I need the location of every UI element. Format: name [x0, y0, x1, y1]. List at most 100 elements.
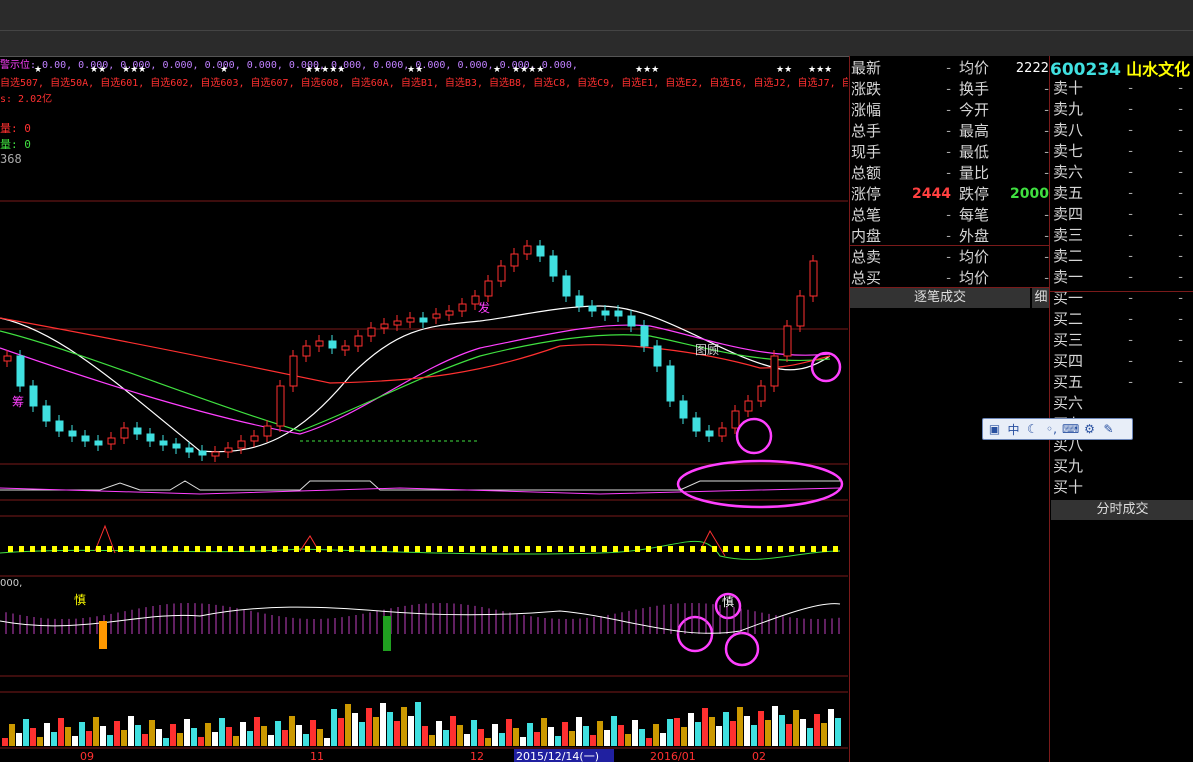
- quote-value: -: [946, 250, 951, 265]
- svg-text:★★★: ★★★: [808, 65, 832, 75]
- quote-label: 涨跌: [851, 80, 882, 98]
- quote-label-2: 最低: [959, 143, 990, 161]
- orderbook-label: 卖十: [1053, 79, 1084, 97]
- toolbar-divider: [0, 30, 1193, 31]
- svg-text:★★: ★★: [90, 65, 106, 75]
- quote-value-2: -: [1044, 271, 1049, 286]
- orderbook-row: 买十: [1053, 477, 1193, 498]
- quote-label-2: 量比: [959, 164, 990, 182]
- orderbook-row: 买四 - -: [1053, 352, 1183, 370]
- indicator-1-line-b: [0, 487, 841, 495]
- ime-settings-icon[interactable]: ⚙: [1081, 422, 1098, 436]
- quote-row: 总卖 - 均价 -: [851, 247, 1051, 268]
- quote-label-2: 均价: [959, 248, 990, 266]
- quote-row: 总买 - 均价 -: [851, 268, 1051, 289]
- quote-label-2: 换手: [959, 80, 990, 98]
- star-markers: ★ ★★ ★★★ ★ ★★★★★ ★★ ★ ★★★★ ★★★ ★★ ★★★: [34, 65, 832, 75]
- trades-panel-title[interactable]: 逐笔成交: [850, 288, 1030, 308]
- quote-row: 总笔 - 每笔 -: [851, 205, 1051, 226]
- ime-punct-icon[interactable]: ◦,: [1043, 422, 1060, 436]
- ime-keyboard-icon[interactable]: ⌨: [1062, 422, 1079, 436]
- orderbook-row: 卖八 - -: [1053, 121, 1183, 139]
- quote-label: 最新: [851, 59, 882, 77]
- orderbook-row: 卖九 - -: [1053, 100, 1183, 118]
- ime-tools-icon[interactable]: ✎: [1100, 422, 1117, 436]
- orderbook-row: 卖七 - -: [1053, 142, 1183, 160]
- oscillator-line: [0, 603, 841, 634]
- orderbook-label: 买四: [1053, 352, 1084, 370]
- orderbook-row: 买九: [1053, 456, 1193, 477]
- orderbook-label: 卖七: [1053, 142, 1084, 160]
- quote-value: -: [946, 145, 951, 160]
- quote-panel: 最新 - 均价 2222 涨跌 - 换手 - 涨幅 - 今开 - 总手 - 最高 - 现手 - 最低 - 总额 - 量比 - 涨…: [849, 56, 1193, 762]
- quote-value: 2444: [912, 186, 951, 202]
- orderbook-row: 买六: [1053, 393, 1193, 414]
- orderbook-label: 卖二: [1053, 247, 1084, 265]
- quote-label-2: 每笔: [959, 206, 990, 224]
- quote-label: 总手: [851, 122, 882, 140]
- svg-text:★★★★: ★★★★: [512, 65, 544, 75]
- quote-value-2: -: [1044, 250, 1049, 265]
- stock-code: 600234: [1050, 60, 1121, 80]
- orderbook-label: 买二: [1053, 310, 1084, 328]
- orderbook-label: 卖六: [1053, 163, 1084, 181]
- svg-text:★: ★: [493, 65, 501, 75]
- label-shen-1: 慎: [74, 593, 86, 607]
- quote-label: 涨幅: [851, 101, 882, 119]
- kline-chart-area[interactable]: 警示位: 0.00, 0.000, 0.000, 0.000, 0.000, 0…: [0, 56, 848, 762]
- quote-row: 总额 - 量比 -: [851, 163, 1051, 184]
- label-chou: 筹: [12, 395, 24, 409]
- quote-value-2: 2000: [1010, 186, 1049, 202]
- quote-value-2: -: [1044, 145, 1049, 160]
- svg-text:★★★: ★★★: [635, 65, 659, 75]
- tick-panel-title[interactable]: 分时成交: [1051, 500, 1193, 520]
- quote-value: -: [946, 124, 951, 139]
- quote-label-2: 均价: [959, 269, 990, 287]
- quote-value: -: [946, 271, 951, 286]
- top-toolbar: [0, 0, 1193, 57]
- label-fa: 发: [478, 300, 490, 315]
- orderbook-label: 卖五: [1053, 184, 1084, 202]
- quote-label: 涨停: [851, 185, 882, 203]
- quote-row: 涨幅 - 今开 -: [851, 100, 1051, 121]
- axis-label-4: 2016/01: [650, 750, 696, 762]
- orderbook-label: 卖三: [1053, 226, 1084, 244]
- quote-label: 内盘: [851, 227, 882, 245]
- orderbook-row: 卖十 - -: [1053, 79, 1183, 97]
- quote-row: 涨停 2444 跌停 2000: [851, 184, 1051, 205]
- oscillator-bars: [5, 603, 840, 634]
- quote-row: 涨跌 - 换手 -: [851, 79, 1051, 100]
- orderbook-row: 卖三 - -: [1053, 226, 1183, 244]
- axis-label-1: 11: [310, 750, 324, 762]
- orderbook-row: 买五 - -: [1053, 373, 1183, 391]
- orderbook-row: 卖四 - -: [1053, 205, 1183, 223]
- axis-label-0: 09: [80, 750, 94, 762]
- quote-label-2: 最高: [959, 122, 990, 140]
- ime-moon-icon[interactable]: ☾: [1024, 422, 1041, 436]
- quote-value: -: [946, 82, 951, 97]
- ime-toolbar[interactable]: ▣ 中 ☾ ◦, ⌨ ⚙ ✎: [982, 418, 1133, 440]
- orderbook-label: 卖九: [1053, 100, 1084, 118]
- quote-value-2: -: [1044, 82, 1049, 97]
- svg-text:★: ★: [220, 65, 228, 75]
- quote-label: 现手: [851, 143, 882, 161]
- label-zero: 000,: [0, 578, 22, 589]
- ime-mode-label[interactable]: 中: [1005, 421, 1022, 438]
- ime-logo-icon[interactable]: ▣: [986, 422, 1003, 436]
- trades-detail-button[interactable]: 细: [1032, 288, 1050, 308]
- quote-row: 最新 - 均价 2222: [851, 58, 1051, 79]
- axis-label-3: 2015/12/14(一): [516, 750, 599, 762]
- volume-bars: [2, 702, 841, 746]
- orderbook-row: 买二 - -: [1053, 310, 1183, 328]
- orderbook-label: 买九: [1053, 457, 1084, 475]
- orderbook-label: 买五: [1053, 373, 1084, 391]
- svg-text:★★★★★: ★★★★★: [305, 65, 345, 75]
- orderbook-row: 卖二 - -: [1053, 247, 1183, 265]
- axis-label-5: 02: [752, 750, 766, 762]
- svg-text:★: ★: [34, 65, 42, 75]
- quote-label: 总笔: [851, 206, 882, 224]
- quote-row: 内盘 - 外盘 -: [851, 226, 1051, 247]
- orderbook-label: 买十: [1053, 478, 1084, 496]
- orderbook-row: 卖六 - -: [1053, 163, 1183, 181]
- quote-value: -: [946, 61, 951, 76]
